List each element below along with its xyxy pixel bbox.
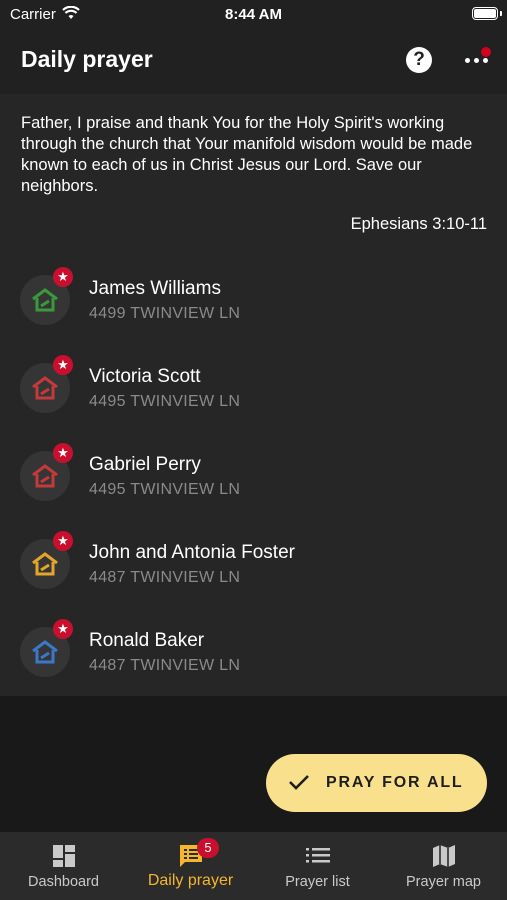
neighbor-address: 4487 TWINVIEW LN (89, 657, 241, 674)
notification-dot (481, 47, 491, 57)
pray-for-all-label: PRAY FOR ALL (326, 774, 464, 791)
star-icon: ★ (53, 443, 73, 463)
clock: 8:44 AM (225, 6, 282, 23)
house-icon (32, 288, 58, 312)
scripture-reference: Ephesians 3:10-11 (350, 215, 487, 233)
battery-icon (472, 7, 502, 20)
house-icon (32, 640, 58, 664)
neighbor-list: ★ James Williams 4499 TWINVIEW LN ★ Vict… (0, 258, 507, 696)
neighbor-name: Ronald Baker (89, 630, 205, 651)
star-icon: ★ (53, 355, 73, 375)
house-icon (32, 464, 58, 488)
tab-prayer-list[interactable]: Prayer list (254, 832, 381, 900)
list-item[interactable]: ★ James Williams 4499 TWINVIEW LN (0, 258, 507, 346)
house-icon (32, 376, 58, 400)
list-icon (305, 848, 330, 863)
star-icon: ★ (53, 619, 73, 639)
neighbor-address: 4495 TWINVIEW LN (89, 393, 241, 410)
map-icon (432, 845, 455, 867)
star-icon: ★ (53, 267, 73, 287)
prayer-text: Father, I praise and thank You for the H… (21, 114, 473, 195)
page-title: Daily prayer (21, 46, 153, 72)
neighbor-address: 4487 TWINVIEW LN (89, 569, 241, 586)
list-item[interactable]: ★ Gabriel Perry 4495 TWINVIEW LN (0, 434, 507, 522)
tab-dashboard[interactable]: Dashboard (0, 832, 127, 900)
tab-prayer-map[interactable]: Prayer map (380, 832, 507, 900)
tab-label: Prayer list (285, 874, 350, 890)
list-item[interactable]: ★ Ronald Baker 4487 TWINVIEW LN (0, 610, 507, 698)
app-header: Daily prayer ? (0, 28, 507, 94)
tab-label: Prayer map (406, 874, 481, 890)
tab-label: Daily prayer (147, 872, 234, 889)
neighbor-address: 4495 TWINVIEW LN (89, 481, 241, 498)
neighbor-name: Victoria Scott (89, 366, 201, 387)
tab-badge: 5 (197, 838, 219, 858)
star-icon: ★ (53, 531, 73, 551)
pray-for-all-button[interactable]: PRAY FOR ALL (266, 754, 487, 812)
check-icon (289, 775, 309, 790)
neighbor-address: 4499 TWINVIEW LN (89, 305, 241, 322)
more-options-icon[interactable] (464, 47, 491, 64)
house-icon (32, 552, 58, 576)
tab-label: Dashboard (28, 874, 99, 890)
neighbor-name: Gabriel Perry (89, 454, 201, 475)
status-bar: Carrier 8:44 AM (0, 0, 507, 28)
help-icon[interactable]: ? (406, 47, 432, 73)
neighbor-name: John and Antonia Foster (89, 542, 295, 563)
list-item[interactable]: ★ John and Antonia Foster 4487 TWINVIEW … (0, 522, 507, 610)
prayer-card: Father, I praise and thank You for the H… (0, 94, 507, 258)
bottom-nav: Dashboard Daily prayer 5 Prayer list Pra… (0, 832, 507, 900)
dashboard-icon (52, 845, 75, 867)
tab-daily-prayer[interactable]: Daily prayer (127, 832, 254, 900)
neighbor-name: James Williams (89, 278, 221, 299)
list-item[interactable]: ★ Victoria Scott 4495 TWINVIEW LN (0, 346, 507, 434)
